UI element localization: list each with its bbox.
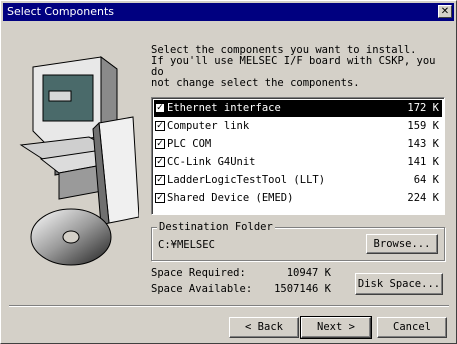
browse-button[interactable]: Browse... [366, 234, 438, 254]
components-list[interactable]: ✓ Ethernet interface 172 K ✓ Computer li… [151, 97, 445, 215]
component-name: Computer link [167, 120, 250, 132]
destination-path: C:¥MELSEC [158, 239, 215, 251]
space-available-value: 1507146 K [274, 283, 331, 295]
component-size: 159 K [407, 120, 439, 132]
component-name: LadderLogicTestTool (LLT) [167, 174, 326, 186]
component-size: 172 K [407, 102, 439, 114]
checkbox-llt[interactable]: ✓ [155, 175, 165, 185]
checkbox-ethernet[interactable]: ✓ [155, 103, 165, 113]
checkbox-plc-com[interactable]: ✓ [155, 139, 165, 149]
checkbox-computer-link[interactable]: ✓ [155, 121, 165, 131]
component-item-shared-device[interactable]: ✓ Shared Device (EMED) 224 K [154, 190, 442, 207]
component-item-computer-link[interactable]: ✓ Computer link 159 K [154, 118, 442, 135]
component-name: Ethernet interface [167, 102, 281, 114]
cancel-button[interactable]: Cancel [377, 317, 447, 338]
setup-computer-illustration [19, 56, 139, 266]
component-size: 141 K [407, 156, 439, 168]
disk-space-button[interactable]: Disk Space... [355, 273, 443, 295]
back-button[interactable]: < Back [229, 317, 299, 338]
instructions-text: Select the components you want to instal… [151, 44, 436, 89]
component-item-ethernet[interactable]: ✓ Ethernet interface 172 K [154, 100, 442, 117]
space-available-label: Space Available: [151, 283, 253, 295]
next-button[interactable]: Next > [300, 316, 372, 339]
space-required-label: Space Required: [151, 267, 246, 279]
destination-folder-group: Destination Folder C:¥MELSEC Browse... [151, 221, 445, 261]
component-name: PLC COM [167, 138, 212, 150]
close-icon[interactable]: ✕ [438, 5, 452, 18]
window-title: Select Components [7, 5, 115, 18]
component-item-cc-link[interactable]: ✓ CC-Link G4Unit 141 K [154, 154, 442, 171]
component-name: Shared Device (EMED) [167, 192, 294, 204]
component-item-llt[interactable]: ✓ LadderLogicTestTool (LLT) 64 K [154, 172, 442, 189]
component-size: 224 K [407, 192, 439, 204]
destination-folder-label: Destination Folder [157, 221, 275, 233]
checkbox-cc-link[interactable]: ✓ [155, 157, 165, 167]
space-required-value: 10947 K [286, 267, 331, 279]
component-name: CC-Link G4Unit [167, 156, 256, 168]
component-size: 64 K [413, 174, 439, 186]
title-bar[interactable]: Select Components ✕ [3, 3, 454, 21]
component-size: 143 K [407, 138, 439, 150]
checkbox-shared-device[interactable]: ✓ [155, 193, 165, 203]
select-components-dialog: Select Components ✕ Select the component… [0, 0, 457, 344]
button-separator [9, 305, 449, 307]
component-item-plc-com[interactable]: ✓ PLC COM 143 K [154, 136, 442, 153]
